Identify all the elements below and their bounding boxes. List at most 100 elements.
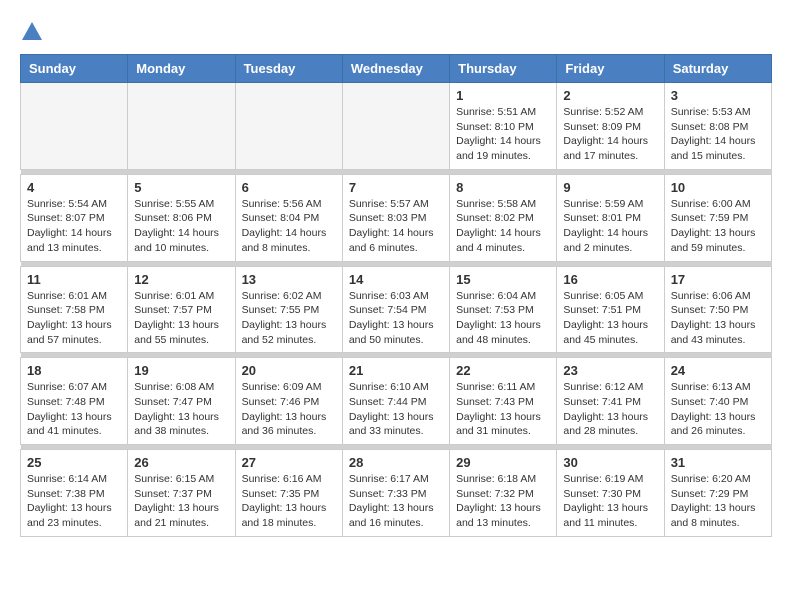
- day-info: Sunrise: 6:01 AM Sunset: 7:57 PM Dayligh…: [134, 289, 228, 348]
- day-number: 15: [456, 272, 550, 287]
- calendar-week-row: 11 Sunrise: 6:01 AM Sunset: 7:58 PM Dayli…: [21, 266, 772, 353]
- day-number: 28: [349, 455, 443, 470]
- calendar-cell: 7Sunrise: 5:57 AM Sunset: 8:03 PM Daylig…: [342, 174, 449, 261]
- calendar-cell: [235, 83, 342, 170]
- day-info: Sunrise: 6:02 AM Sunset: 7:55 PM Dayligh…: [242, 289, 336, 348]
- logo: [20, 20, 48, 44]
- day-number: 25: [27, 455, 121, 470]
- day-info: Sunrise: 5:54 AM Sunset: 8:07 PM Dayligh…: [27, 197, 121, 256]
- calendar-cell: 12 Sunrise: 6:01 AM Sunset: 7:57 PM Dayli…: [128, 266, 235, 353]
- day-info: Sunrise: 5:52 AM Sunset: 8:09 PM Dayligh…: [563, 105, 657, 164]
- day-number: 6: [242, 180, 336, 195]
- day-info: Sunrise: 6:20 AM Sunset: 7:29 PM Dayligh…: [671, 472, 765, 531]
- day-info: Sunrise: 6:12 AM Sunset: 7:41 PM Dayligh…: [563, 380, 657, 439]
- calendar-cell: 9Sunrise: 5:59 AM Sunset: 8:01 PM Daylig…: [557, 174, 664, 261]
- day-number: 21: [349, 363, 443, 378]
- day-number: 3: [671, 88, 765, 103]
- day-number: 14: [349, 272, 443, 287]
- day-info: Sunrise: 6:03 AM Sunset: 7:54 PM Dayligh…: [349, 289, 443, 348]
- calendar-week-row: 4 Sunrise: 5:54 AM Sunset: 8:07 PM Daylig…: [21, 174, 772, 261]
- day-info: Sunrise: 6:09 AM Sunset: 7:46 PM Dayligh…: [242, 380, 336, 439]
- calendar-cell: 13 Sunrise: 6:02 AM Sunset: 7:55 PM Dayli…: [235, 266, 342, 353]
- day-number: 1: [456, 88, 550, 103]
- calendar-cell: 16 Sunrise: 6:05 AM Sunset: 7:51 PM Dayli…: [557, 266, 664, 353]
- day-number: 8: [456, 180, 550, 195]
- day-header-wednesday: Wednesday: [342, 55, 449, 83]
- calendar-cell: 18 Sunrise: 6:07 AM Sunset: 7:48 PM Dayli…: [21, 358, 128, 445]
- day-info: Sunrise: 6:13 AM Sunset: 7:40 PM Dayligh…: [671, 380, 765, 439]
- day-info: Sunrise: 6:19 AM Sunset: 7:30 PM Dayligh…: [563, 472, 657, 531]
- day-number: 31: [671, 455, 765, 470]
- day-number: 19: [134, 363, 228, 378]
- day-number: 12: [134, 272, 228, 287]
- calendar-week-row: 18 Sunrise: 6:07 AM Sunset: 7:48 PM Dayli…: [21, 358, 772, 445]
- day-number: 18: [27, 363, 121, 378]
- day-info: Sunrise: 6:14 AM Sunset: 7:38 PM Dayligh…: [27, 472, 121, 531]
- calendar-cell: [128, 83, 235, 170]
- day-header-monday: Monday: [128, 55, 235, 83]
- calendar-cell: [21, 83, 128, 170]
- day-number: 29: [456, 455, 550, 470]
- day-info: Sunrise: 6:04 AM Sunset: 7:53 PM Dayligh…: [456, 289, 550, 348]
- calendar-cell: 10Sunrise: 6:00 AM Sunset: 7:59 PM Dayli…: [664, 174, 771, 261]
- calendar-cell: 5Sunrise: 5:55 AM Sunset: 8:06 PM Daylig…: [128, 174, 235, 261]
- calendar-cell: [342, 83, 449, 170]
- day-number: 10: [671, 180, 765, 195]
- calendar-cell: 21Sunrise: 6:10 AM Sunset: 7:44 PM Dayli…: [342, 358, 449, 445]
- day-number: 13: [242, 272, 336, 287]
- day-header-thursday: Thursday: [450, 55, 557, 83]
- calendar-cell: 27Sunrise: 6:16 AM Sunset: 7:35 PM Dayli…: [235, 450, 342, 537]
- logo-icon: [20, 20, 44, 44]
- day-number: 22: [456, 363, 550, 378]
- day-info: Sunrise: 6:17 AM Sunset: 7:33 PM Dayligh…: [349, 472, 443, 531]
- day-info: Sunrise: 6:11 AM Sunset: 7:43 PM Dayligh…: [456, 380, 550, 439]
- day-number: 26: [134, 455, 228, 470]
- calendar-cell: 31 Sunrise: 6:20 AM Sunset: 7:29 PM Dayli…: [664, 450, 771, 537]
- day-number: 11: [27, 272, 121, 287]
- day-info: Sunrise: 5:55 AM Sunset: 8:06 PM Dayligh…: [134, 197, 228, 256]
- day-info: Sunrise: 6:01 AM Sunset: 7:58 PM Dayligh…: [27, 289, 121, 348]
- day-info: Sunrise: 5:58 AM Sunset: 8:02 PM Dayligh…: [456, 197, 550, 256]
- day-info: Sunrise: 6:06 AM Sunset: 7:50 PM Dayligh…: [671, 289, 765, 348]
- calendar-cell: 26 Sunrise: 6:15 AM Sunset: 7:37 PM Dayli…: [128, 450, 235, 537]
- calendar-cell: 4 Sunrise: 5:54 AM Sunset: 8:07 PM Daylig…: [21, 174, 128, 261]
- calendar-table: SundayMondayTuesdayWednesdayThursdayFrid…: [20, 54, 772, 537]
- day-number: 16: [563, 272, 657, 287]
- calendar-cell: 1 Sunrise: 5:51 AM Sunset: 8:10 PM Daylig…: [450, 83, 557, 170]
- calendar-cell: 22 Sunrise: 6:11 AM Sunset: 7:43 PM Dayli…: [450, 358, 557, 445]
- day-info: Sunrise: 5:51 AM Sunset: 8:10 PM Dayligh…: [456, 105, 550, 164]
- day-info: Sunrise: 5:53 AM Sunset: 8:08 PM Dayligh…: [671, 105, 765, 164]
- day-info: Sunrise: 6:08 AM Sunset: 7:47 PM Dayligh…: [134, 380, 228, 439]
- calendar-cell: 14 Sunrise: 6:03 AM Sunset: 7:54 PM Dayli…: [342, 266, 449, 353]
- calendar-cell: 20 Sunrise: 6:09 AM Sunset: 7:46 PM Dayli…: [235, 358, 342, 445]
- day-header-sunday: Sunday: [21, 55, 128, 83]
- day-info: Sunrise: 6:15 AM Sunset: 7:37 PM Dayligh…: [134, 472, 228, 531]
- day-header-saturday: Saturday: [664, 55, 771, 83]
- calendar-cell: 3 Sunrise: 5:53 AM Sunset: 8:08 PM Daylig…: [664, 83, 771, 170]
- calendar-cell: 2Sunrise: 5:52 AM Sunset: 8:09 PM Daylig…: [557, 83, 664, 170]
- day-header-tuesday: Tuesday: [235, 55, 342, 83]
- calendar-cell: 17Sunrise: 6:06 AM Sunset: 7:50 PM Dayli…: [664, 266, 771, 353]
- calendar-cell: 19 Sunrise: 6:08 AM Sunset: 7:47 PM Dayli…: [128, 358, 235, 445]
- day-number: 20: [242, 363, 336, 378]
- day-info: Sunrise: 6:07 AM Sunset: 7:48 PM Dayligh…: [27, 380, 121, 439]
- day-number: 27: [242, 455, 336, 470]
- day-info: Sunrise: 5:56 AM Sunset: 8:04 PM Dayligh…: [242, 197, 336, 256]
- calendar-cell: 30 Sunrise: 6:19 AM Sunset: 7:30 PM Dayli…: [557, 450, 664, 537]
- day-number: 23: [563, 363, 657, 378]
- calendar-week-row: 25 Sunrise: 6:14 AM Sunset: 7:38 PM Dayli…: [21, 450, 772, 537]
- calendar-cell: 8 Sunrise: 5:58 AM Sunset: 8:02 PM Daylig…: [450, 174, 557, 261]
- calendar-header-row: SundayMondayTuesdayWednesdayThursdayFrid…: [21, 55, 772, 83]
- day-info: Sunrise: 6:05 AM Sunset: 7:51 PM Dayligh…: [563, 289, 657, 348]
- calendar-cell: 15 Sunrise: 6:04 AM Sunset: 7:53 PM Dayli…: [450, 266, 557, 353]
- day-number: 30: [563, 455, 657, 470]
- day-info: Sunrise: 6:18 AM Sunset: 7:32 PM Dayligh…: [456, 472, 550, 531]
- day-number: 4: [27, 180, 121, 195]
- calendar-cell: 29 Sunrise: 6:18 AM Sunset: 7:32 PM Dayli…: [450, 450, 557, 537]
- calendar-cell: 6 Sunrise: 5:56 AM Sunset: 8:04 PM Daylig…: [235, 174, 342, 261]
- day-header-friday: Friday: [557, 55, 664, 83]
- calendar-cell: 11 Sunrise: 6:01 AM Sunset: 7:58 PM Dayli…: [21, 266, 128, 353]
- header: [20, 20, 772, 44]
- day-number: 24: [671, 363, 765, 378]
- day-info: Sunrise: 5:57 AM Sunset: 8:03 PM Dayligh…: [349, 197, 443, 256]
